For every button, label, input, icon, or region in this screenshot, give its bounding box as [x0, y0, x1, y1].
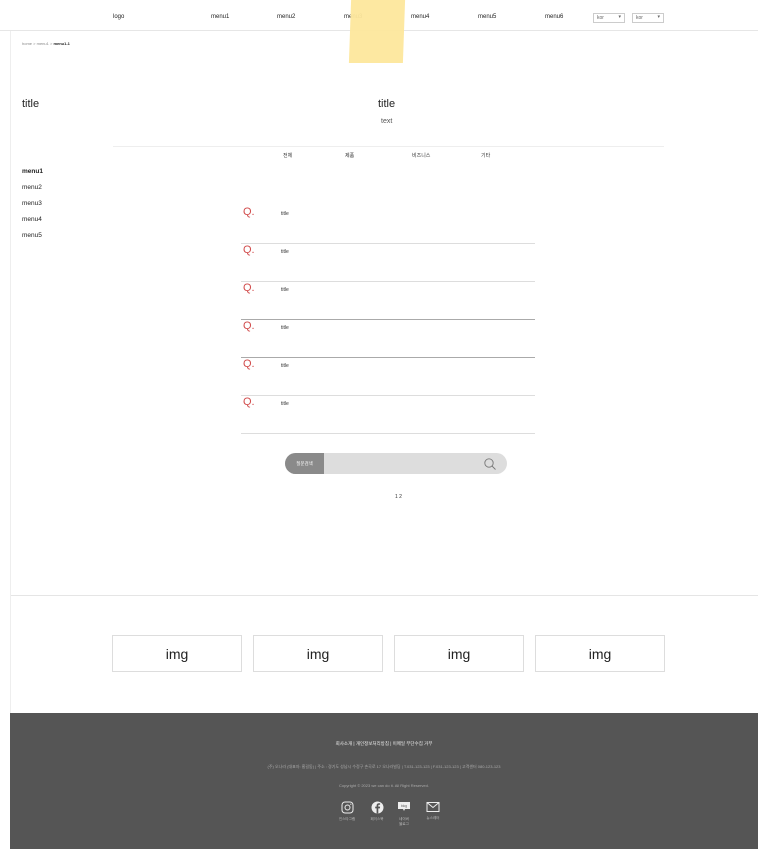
footer-copyright: Copyright © 2023 we can do it. All Right…: [339, 783, 429, 788]
faq-item[interactable]: Q. title: [241, 282, 535, 320]
faq-title: title: [281, 401, 289, 407]
faq-item[interactable]: Q. title: [241, 244, 535, 282]
search-category-button[interactable]: 질문검색: [285, 453, 324, 474]
footer-company-info: (주) 오나라 (대표자: 홍길동) | 주소 : 경기도 성남시 수정구 손곡…: [267, 764, 501, 769]
search-input[interactable]: [324, 453, 484, 474]
nav-menu2[interactable]: menu2: [277, 14, 295, 20]
faq-item[interactable]: Q. title: [241, 396, 535, 434]
footer-links[interactable]: 회사소개 | 개인정보처리방침 | 이메일 무단수집 거부: [10, 741, 758, 747]
faq-q-mark: Q.: [243, 206, 255, 218]
sidebar-item-menu2[interactable]: menu2: [22, 184, 43, 200]
tab-product[interactable]: 제품: [345, 152, 354, 159]
image-placeholder[interactable]: img: [253, 635, 383, 672]
breadcrumb-level1[interactable]: menu1: [37, 41, 49, 46]
page-title: title: [378, 98, 396, 110]
chevron-down-icon: ▾: [618, 14, 621, 20]
nav-menu5[interactable]: menu5: [478, 14, 496, 20]
language-select-2-value: kor: [636, 15, 643, 21]
social-label: 인스타그램: [338, 817, 356, 821]
faq-q-mark: Q.: [243, 396, 255, 408]
image-placeholder[interactable]: img: [394, 635, 524, 672]
faq-q-mark: Q.: [243, 358, 255, 370]
divider: [113, 146, 664, 147]
faq-search-bar: 질문검색: [285, 453, 507, 474]
breadcrumb-current: menu1-1: [53, 41, 70, 46]
logo[interactable]: logo: [113, 14, 124, 20]
site-footer: 회사소개 | 개인정보처리방침 | 이메일 무단수집 거부 (주) 오나라 (대…: [10, 713, 758, 849]
social-label: 네이버 블로그: [399, 817, 409, 826]
nav-menu1[interactable]: menu1: [211, 14, 229, 20]
faq-title: title: [281, 211, 289, 217]
social-mail[interactable]: 뉴스레터: [421, 801, 445, 821]
search-icon[interactable]: [483, 457, 497, 471]
mail-icon: [426, 802, 440, 812]
social-label: 페이스북: [370, 817, 384, 821]
language-select-1[interactable]: kor ▾: [593, 13, 625, 23]
social-facebook[interactable]: 페이스북: [365, 801, 389, 822]
left-edge-line: [10, 31, 11, 713]
blog-icon: blog: [398, 802, 410, 811]
breadcrumb-home[interactable]: home: [22, 41, 32, 46]
language-select-1-value: kor: [597, 15, 604, 21]
sidebar-item-menu3[interactable]: menu3: [22, 200, 43, 216]
faq-title: title: [281, 249, 289, 255]
sidebar-item-menu5[interactable]: menu5: [22, 232, 43, 248]
tab-all[interactable]: 전체: [283, 152, 292, 159]
breadcrumb: home > menu1 > menu1-1: [22, 41, 70, 46]
section-divider: [11, 595, 758, 596]
faq-title: title: [281, 325, 289, 331]
page-subtitle: text: [381, 118, 393, 125]
faq-item[interactable]: Q. title: [241, 320, 535, 358]
social-instagram[interactable]: 인스타그램: [335, 801, 359, 822]
faq-item[interactable]: Q. title: [241, 206, 535, 244]
faq-title: title: [281, 287, 289, 293]
faq-q-mark: Q.: [243, 282, 255, 294]
social-blog[interactable]: blog 네이버 블로그: [392, 801, 416, 827]
breadcrumb-separator: >: [49, 41, 53, 46]
pagination[interactable]: 1 2: [395, 494, 402, 500]
faq-item[interactable]: Q. title: [241, 358, 535, 396]
sidebar-title: title: [22, 98, 40, 110]
breadcrumb-separator: >: [33, 41, 36, 46]
highlight-overlay: [348, 0, 406, 63]
faq-q-mark: Q.: [243, 320, 255, 332]
faq-title: title: [281, 363, 289, 369]
sidebar-menu: menu1 menu2 menu3 menu4 menu5: [22, 168, 43, 248]
faq-q-mark: Q.: [243, 244, 255, 256]
tab-etc[interactable]: 기타: [481, 152, 490, 159]
nav-menu6[interactable]: menu6: [545, 14, 563, 20]
instagram-icon: [341, 801, 353, 814]
image-placeholder[interactable]: img: [535, 635, 665, 672]
svg-text:blog: blog: [401, 804, 407, 808]
tab-business[interactable]: 비즈니스: [412, 152, 430, 159]
nav-menu4[interactable]: menu4: [411, 14, 429, 20]
chevron-down-icon: ▾: [657, 14, 660, 20]
social-label: 뉴스레터: [426, 816, 440, 820]
facebook-icon: [371, 801, 383, 814]
language-select-2[interactable]: kor ▾: [632, 13, 664, 23]
image-placeholder[interactable]: img: [112, 635, 242, 672]
sidebar-item-menu4[interactable]: menu4: [22, 216, 43, 232]
sidebar-item-menu1[interactable]: menu1: [22, 168, 43, 184]
